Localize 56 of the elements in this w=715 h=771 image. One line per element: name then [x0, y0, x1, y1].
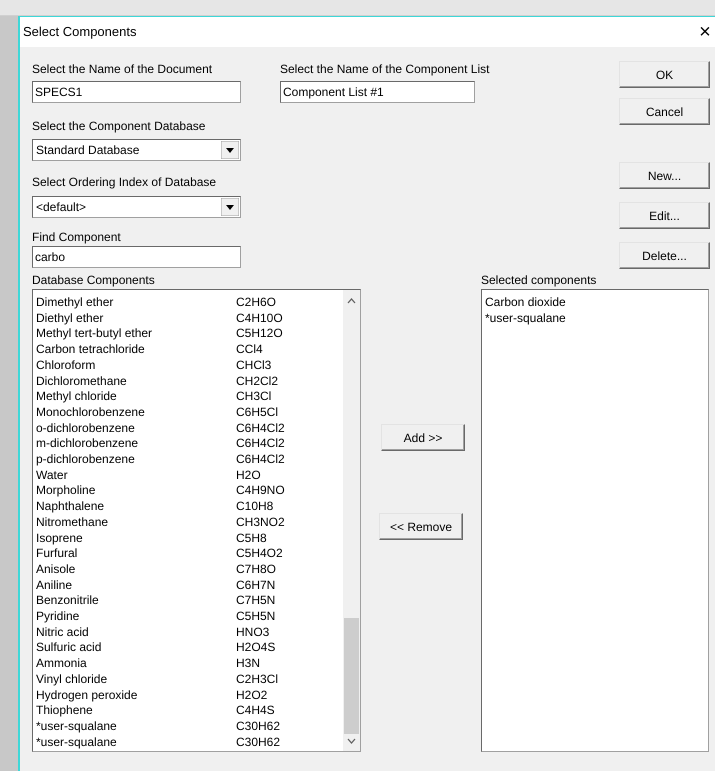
list-row[interactable]: p-dichlorobenzene C6H4Cl2: [36, 452, 343, 468]
list-row[interactable]: Aniline C6H7N: [36, 578, 343, 594]
list-row[interactable]: Anisole C7H8O: [36, 562, 343, 578]
list-row[interactable]: Monochlorobenzene C6H5Cl: [36, 404, 343, 421]
cancel-button[interactable]: Cancel: [619, 98, 710, 125]
dropdown-arrow-icon: [221, 141, 239, 159]
ordering-index-dropdown[interactable]: <default>: [32, 196, 241, 218]
list-row[interactable]: Furfural C5H4O2: [36, 546, 343, 562]
list-row[interactable]: Methyl chloride CH3Cl: [36, 389, 343, 405]
list-row[interactable]: Naphthalene C10H8: [36, 499, 343, 515]
list-row[interactable]: Chloroform CHCl3: [36, 358, 343, 374]
list-row[interactable]: Benzonitrile C7H5N: [36, 593, 343, 610]
document-name-field[interactable]: SPECS1: [32, 81, 241, 103]
list-row[interactable]: Dichloromethane CH2Cl2: [36, 374, 343, 390]
list-row[interactable]: Carbon dioxide: [485, 295, 708, 311]
find-component-field[interactable]: carbo: [32, 246, 241, 268]
list-row[interactable]: Water H2O: [36, 468, 343, 484]
list-row[interactable]: o-dichlorobenzene C6H4Cl2: [36, 420, 343, 436]
window-title: Select Components: [23, 23, 136, 42]
field-label: Select the Component Database: [32, 119, 206, 133]
add-button[interactable]: Add >>: [381, 424, 465, 451]
list-label: Database Components: [32, 273, 156, 287]
field-label: Select the Name of the Document: [32, 62, 214, 76]
list-row[interactable]: *user-squalane: [485, 310, 708, 326]
component-list-name-field[interactable]: Component List #1: [280, 81, 475, 103]
field-label: Find Component: [32, 230, 122, 244]
delete-button[interactable]: Delete...: [619, 242, 710, 269]
list-row[interactable]: Hydrogen peroxide H2O2: [36, 688, 343, 704]
close-button[interactable]: ×: [697, 22, 713, 42]
list-row[interactable]: Methyl tert-butyl ether C5H12O: [36, 326, 343, 342]
list-row[interactable]: Morpholine C4H9NO: [36, 483, 343, 500]
list-row[interactable]: m-dichlorobenzene C6H4Cl2: [36, 436, 343, 452]
list-row[interactable]: Ammonia H3N: [36, 656, 343, 672]
new-button[interactable]: New...: [619, 162, 710, 189]
list-row[interactable]: Sulfuric acid H2O4S: [36, 640, 343, 656]
list-row[interactable]: *user-squalane C30H62: [36, 734, 343, 750]
list-label: Selected components: [481, 273, 596, 287]
list-row[interactable]: Diethyl ether C4H10O: [36, 310, 343, 326]
ok-button[interactable]: OK: [619, 61, 710, 88]
database-dropdown[interactable]: Standard Database: [32, 139, 241, 161]
scrollbar[interactable]: [343, 290, 360, 751]
list-row[interactable]: Vinyl chloride C2H3Cl: [36, 672, 343, 688]
list-row[interactable]: Pyridine C5H5N: [36, 609, 343, 625]
dropdown-arrow-icon: [221, 198, 239, 216]
field-label: Select Ordering Index of Database: [32, 175, 218, 189]
scrollbar-thumb[interactable]: [344, 618, 359, 734]
list-row[interactable]: Nitric acid HNO3: [36, 624, 343, 640]
list-row[interactable]: Isoprene C5H8: [36, 530, 343, 546]
field-label: Select the Name of the Component List: [280, 62, 490, 76]
list-row[interactable]: Thiophene C4H4S: [36, 703, 343, 719]
edit-button[interactable]: Edit...: [619, 202, 710, 229]
list-row[interactable]: Carbon tetrachloride CCl4: [36, 342, 343, 358]
list-row[interactable]: Dimethyl ether C2H6O: [36, 295, 343, 311]
list-row[interactable]: *user-squalane C30H62: [36, 718, 343, 735]
list-row[interactable]: Nitromethane CH3NO2: [36, 514, 343, 531]
remove-button[interactable]: << Remove: [379, 513, 463, 540]
